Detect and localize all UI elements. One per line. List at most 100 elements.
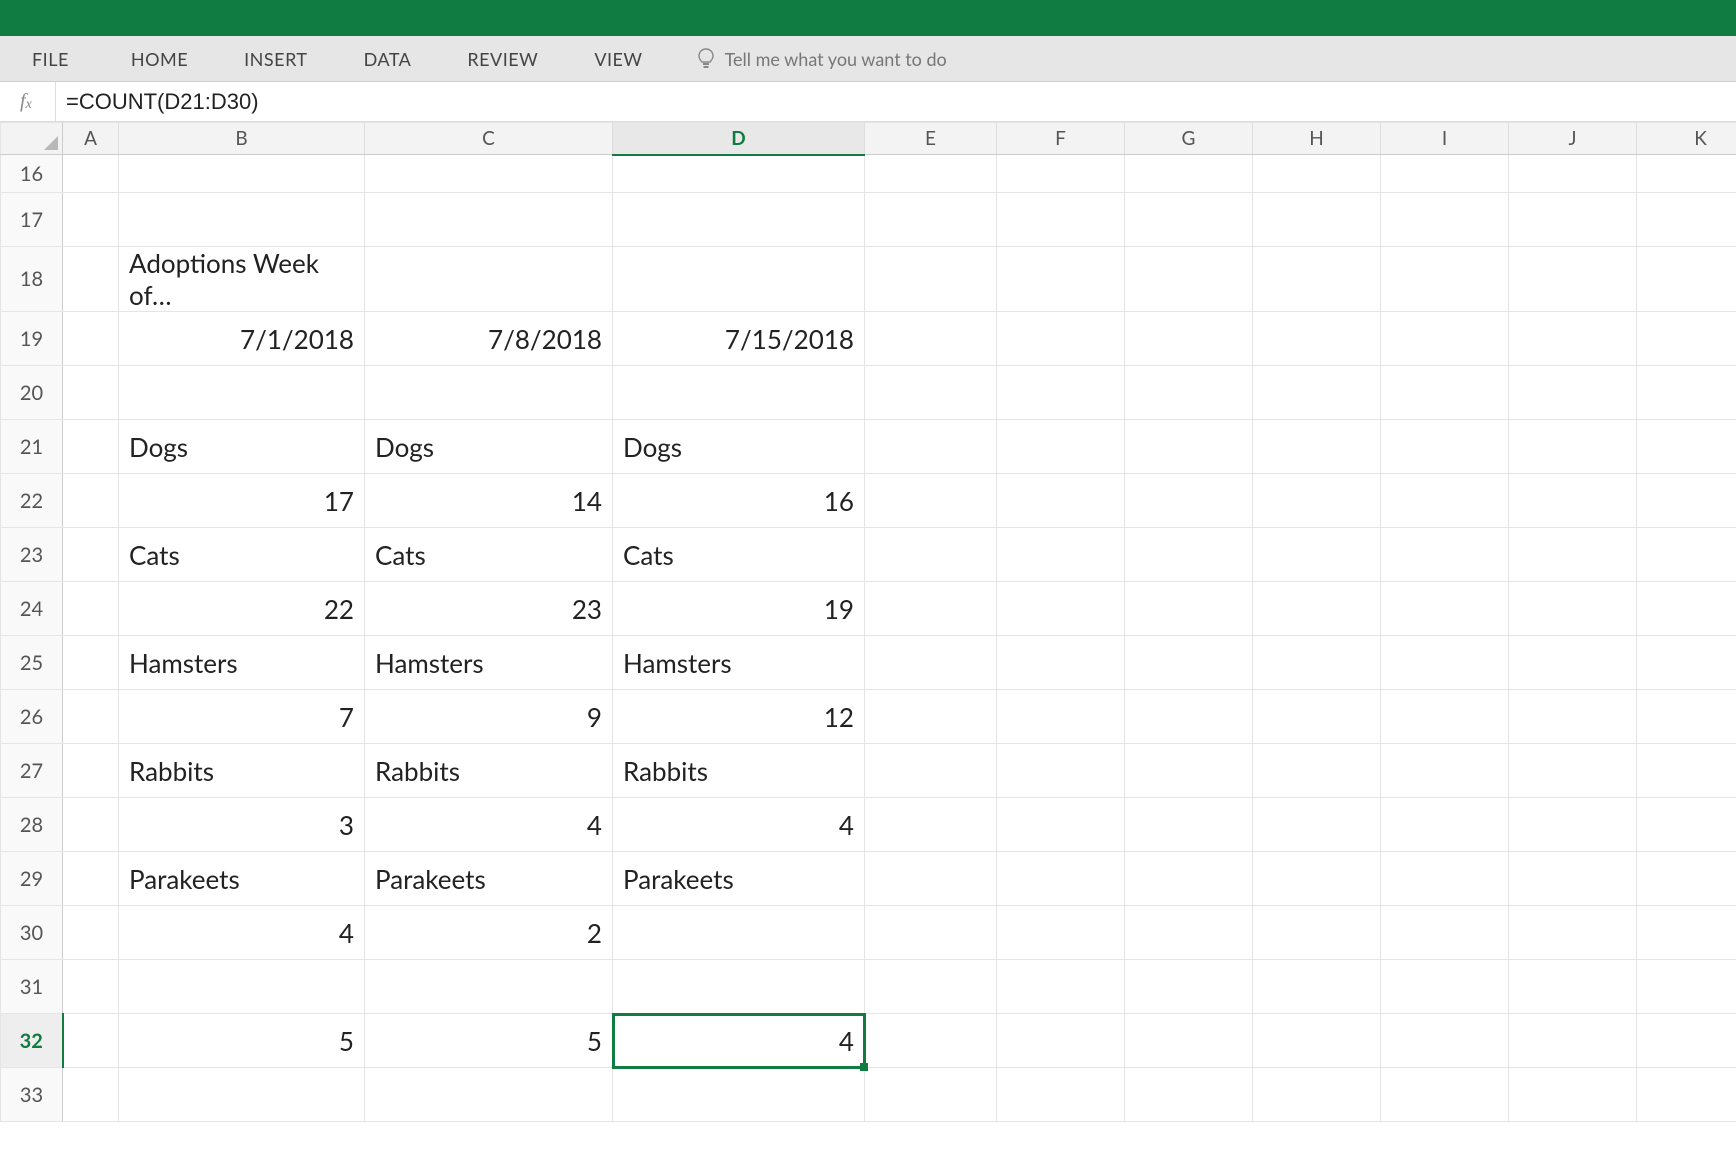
- cell-D22[interactable]: 16: [613, 474, 865, 528]
- cell-J17[interactable]: [1509, 193, 1637, 247]
- cell-D29[interactable]: Parakeets: [613, 852, 865, 906]
- cell-I20[interactable]: [1381, 366, 1509, 420]
- cell-A23[interactable]: [63, 528, 119, 582]
- cell-B21[interactable]: Dogs: [119, 420, 365, 474]
- cell-E26[interactable]: [865, 690, 997, 744]
- cell-J18[interactable]: [1509, 247, 1637, 312]
- cell-B22[interactable]: 17: [119, 474, 365, 528]
- cell-F19[interactable]: [997, 312, 1125, 366]
- select-all-corner[interactable]: [1, 123, 63, 155]
- cell-E28[interactable]: [865, 798, 997, 852]
- cell-E30[interactable]: [865, 906, 997, 960]
- cell-G31[interactable]: [1125, 960, 1253, 1014]
- cell-J26[interactable]: [1509, 690, 1637, 744]
- cell-D30[interactable]: [613, 906, 865, 960]
- cell-A17[interactable]: [63, 193, 119, 247]
- cell-H32[interactable]: [1253, 1014, 1381, 1068]
- cell-A26[interactable]: [63, 690, 119, 744]
- row-header-28[interactable]: 28: [1, 798, 63, 852]
- cell-B16[interactable]: [119, 155, 365, 193]
- cell-F30[interactable]: [997, 906, 1125, 960]
- cell-J16[interactable]: [1509, 155, 1637, 193]
- cell-I31[interactable]: [1381, 960, 1509, 1014]
- cell-B32[interactable]: 5: [119, 1014, 365, 1068]
- cell-H29[interactable]: [1253, 852, 1381, 906]
- cell-A24[interactable]: [63, 582, 119, 636]
- cell-B26[interactable]: 7: [119, 690, 365, 744]
- cell-G21[interactable]: [1125, 420, 1253, 474]
- cell-F28[interactable]: [997, 798, 1125, 852]
- row-header-30[interactable]: 30: [1, 906, 63, 960]
- cell-G22[interactable]: [1125, 474, 1253, 528]
- cell-I27[interactable]: [1381, 744, 1509, 798]
- cell-F24[interactable]: [997, 582, 1125, 636]
- cell-C20[interactable]: [365, 366, 613, 420]
- cell-E23[interactable]: [865, 528, 997, 582]
- cell-G26[interactable]: [1125, 690, 1253, 744]
- cell-I28[interactable]: [1381, 798, 1509, 852]
- cell-D23[interactable]: Cats: [613, 528, 865, 582]
- row-header-19[interactable]: 19: [1, 312, 63, 366]
- cell-A18[interactable]: [63, 247, 119, 312]
- cell-G27[interactable]: [1125, 744, 1253, 798]
- cell-H31[interactable]: [1253, 960, 1381, 1014]
- cell-C27[interactable]: Rabbits: [365, 744, 613, 798]
- cell-E25[interactable]: [865, 636, 997, 690]
- row-header-18[interactable]: 18: [1, 247, 63, 312]
- cell-E20[interactable]: [865, 366, 997, 420]
- cell-C18[interactable]: [365, 247, 613, 312]
- cell-B29[interactable]: Parakeets: [119, 852, 365, 906]
- cell-A30[interactable]: [63, 906, 119, 960]
- col-header-F[interactable]: F: [997, 123, 1125, 155]
- cell-A16[interactable]: [63, 155, 119, 193]
- cell-G28[interactable]: [1125, 798, 1253, 852]
- cell-D31[interactable]: [613, 960, 865, 1014]
- cell-C23[interactable]: Cats: [365, 528, 613, 582]
- row-header-26[interactable]: 26: [1, 690, 63, 744]
- cell-E17[interactable]: [865, 193, 997, 247]
- cell-K22[interactable]: [1637, 474, 1736, 528]
- cell-A25[interactable]: [63, 636, 119, 690]
- cell-C25[interactable]: Hamsters: [365, 636, 613, 690]
- cell-C19[interactable]: 7/8/2018: [365, 312, 613, 366]
- cell-E16[interactable]: [865, 155, 997, 193]
- cell-J24[interactable]: [1509, 582, 1637, 636]
- col-header-B[interactable]: B: [119, 123, 365, 155]
- cell-H27[interactable]: [1253, 744, 1381, 798]
- row-header-24[interactable]: 24: [1, 582, 63, 636]
- cell-C24[interactable]: 23: [365, 582, 613, 636]
- cell-H16[interactable]: [1253, 155, 1381, 193]
- cell-B28[interactable]: 3: [119, 798, 365, 852]
- cell-H26[interactable]: [1253, 690, 1381, 744]
- cell-G23[interactable]: [1125, 528, 1253, 582]
- cell-I24[interactable]: [1381, 582, 1509, 636]
- cell-I23[interactable]: [1381, 528, 1509, 582]
- cell-H30[interactable]: [1253, 906, 1381, 960]
- cell-I33[interactable]: [1381, 1068, 1509, 1122]
- cell-I26[interactable]: [1381, 690, 1509, 744]
- cell-H25[interactable]: [1253, 636, 1381, 690]
- cell-B24[interactable]: 22: [119, 582, 365, 636]
- row-header-32[interactable]: 32: [1, 1014, 63, 1068]
- cell-C33[interactable]: [365, 1068, 613, 1122]
- cell-B33[interactable]: [119, 1068, 365, 1122]
- cell-E31[interactable]: [865, 960, 997, 1014]
- row-header-21[interactable]: 21: [1, 420, 63, 474]
- cell-D20[interactable]: [613, 366, 865, 420]
- cell-K25[interactable]: [1637, 636, 1736, 690]
- cell-G33[interactable]: [1125, 1068, 1253, 1122]
- cell-A32[interactable]: [63, 1014, 119, 1068]
- cell-B23[interactable]: Cats: [119, 528, 365, 582]
- cell-C21[interactable]: Dogs: [365, 420, 613, 474]
- col-header-G[interactable]: G: [1125, 123, 1253, 155]
- col-header-K[interactable]: K: [1637, 123, 1736, 155]
- cell-K31[interactable]: [1637, 960, 1736, 1014]
- cell-J29[interactable]: [1509, 852, 1637, 906]
- cell-F31[interactable]: [997, 960, 1125, 1014]
- cell-G18[interactable]: [1125, 247, 1253, 312]
- cell-E19[interactable]: [865, 312, 997, 366]
- cell-H17[interactable]: [1253, 193, 1381, 247]
- cell-C29[interactable]: Parakeets: [365, 852, 613, 906]
- col-header-E[interactable]: E: [865, 123, 997, 155]
- cell-K26[interactable]: [1637, 690, 1736, 744]
